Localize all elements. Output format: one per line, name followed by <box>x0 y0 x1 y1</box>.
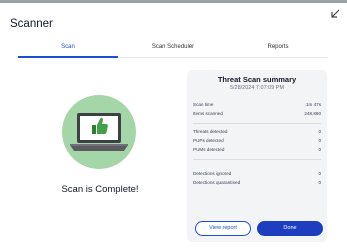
summary-row-value: 0 <box>318 138 321 143</box>
summary-row-value: 0 <box>318 180 321 185</box>
summary-row-label: Detections quarantined <box>193 180 241 185</box>
summary-row-label: PUMs detected <box>193 147 225 152</box>
view-report-button[interactable]: View report <box>195 221 251 236</box>
summary-title: Threat Scan summary <box>217 75 297 84</box>
summary-row: Detections ignored 0 <box>193 170 321 178</box>
summary-row-value: 0 <box>318 129 321 134</box>
summary-row: Threats detected 0 <box>193 128 321 136</box>
summary-row: PUPs detected 0 <box>193 137 321 145</box>
threat-scan-summary-card: Threat Scan summary 5/28/2024 7:07:09 PM… <box>187 70 327 242</box>
summary-row-label: PUPs detected <box>193 138 224 143</box>
tab-bar: Scan Scan Scheduler Reports <box>0 43 347 59</box>
laptop-thumbs-up-icon <box>68 111 130 155</box>
summary-divider <box>193 123 321 124</box>
summary-date: 5/28/2024 7:07:09 PM <box>229 85 285 91</box>
summary-row-value: 248,860 <box>304 111 321 116</box>
summary-divider <box>193 159 321 160</box>
window-top-bar <box>0 0 347 3</box>
summary-row: Detections quarantined 0 <box>193 179 321 187</box>
active-tab-indicator <box>18 56 118 58</box>
summary-row-label: Detections ignored <box>193 171 232 176</box>
summary-row: PUMs detected 0 <box>193 146 321 154</box>
summary-row-value: 0 <box>318 171 321 176</box>
scan-complete-message: Scan is Complete! <box>61 184 139 195</box>
summary-row-label: Items scanned <box>193 111 223 116</box>
summary-row-label: Threats detected <box>193 129 228 134</box>
page-title: Scanner <box>10 18 53 30</box>
summary-row: Scan time 1m 47s <box>193 101 321 109</box>
summary-row-value: 1m 47s <box>305 102 321 107</box>
done-button[interactable]: Done <box>257 221 323 236</box>
collapse-arrow-icon[interactable] <box>329 7 341 19</box>
summary-row-value: 0 <box>318 147 321 152</box>
summary-row-label: Scan time <box>193 102 214 107</box>
summary-row: Items scanned 248,860 <box>193 110 321 118</box>
